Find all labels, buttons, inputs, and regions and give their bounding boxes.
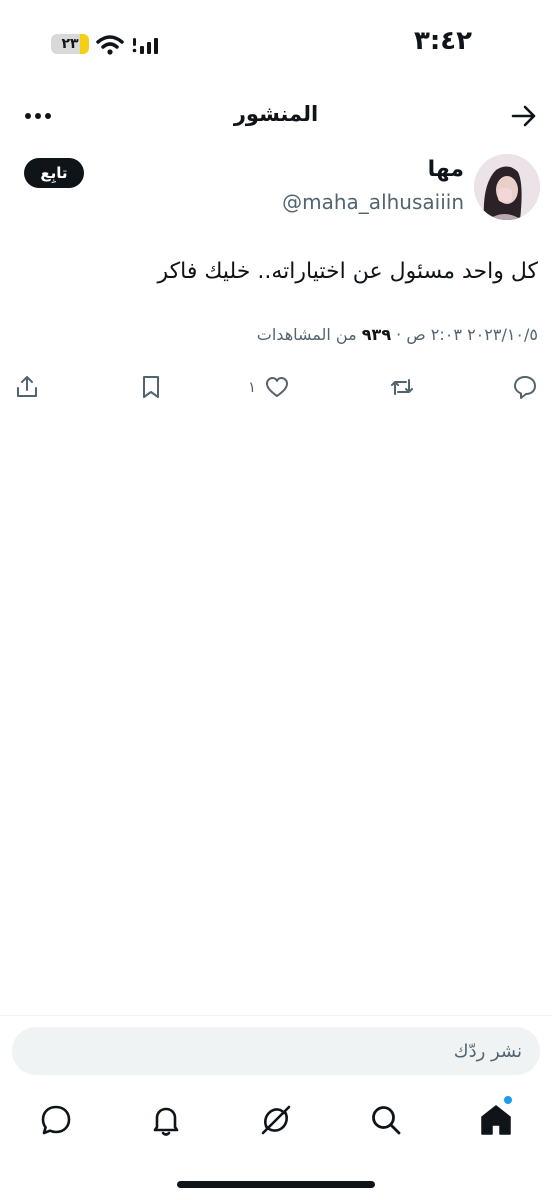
page-title: المنشور [233,102,319,126]
follow-button[interactable]: تابِع [24,158,84,188]
status-time: ٣:٤٢ [413,26,472,56]
post-action-bar: ١ [0,372,552,402]
bookmark-button[interactable] [138,372,164,402]
battery-icon: ٢٣ [51,34,89,54]
bell-icon [153,1107,179,1136]
battery-label: ٢٣ [61,36,79,52]
bookmark-icon [143,376,159,398]
share-button[interactable] [14,372,40,402]
post-detail-screen: ٢٣ ٣:٤٢ المنشور مها @maha_alhusaiiin تاب… [0,0,552,1200]
avatar[interactable] [474,154,540,220]
like-button[interactable]: ١ [248,372,290,402]
views-label: من المشاهدات [256,325,357,344]
reply-icon [514,376,536,399]
repost-button[interactable] [389,372,415,402]
post-time: ٢:٠٣ ص [406,325,462,344]
tab-grok[interactable] [258,1102,294,1138]
home-icon [481,1105,511,1135]
header: المنشور [0,90,552,142]
tab-home[interactable] [478,1096,514,1138]
repost-icon [391,379,413,395]
post-meta: ٢٠٢٣/١٠/٥ ٢:٠٣ ص · ٩٣٩ من المشاهدات [14,325,538,344]
share-icon [17,376,37,397]
heart-icon [266,377,288,397]
wifi-icon [96,35,124,55]
tab-messages[interactable] [38,1102,74,1138]
home-notification-dot [504,1096,512,1104]
post-date: ٢٠٢٣/١٠/٥ [467,325,538,344]
cellular-signal-icon [132,38,158,54]
profile-photo [474,154,540,220]
like-count: ١ [247,378,256,396]
meta-separator: · [396,325,402,344]
grok-icon [261,1105,291,1135]
messages-icon [41,1105,71,1135]
home-indicator [177,1181,375,1188]
status-bar: ٢٣ ٣:٤٢ [0,0,552,80]
composer-divider [0,1015,552,1016]
bottom-tab-bar [0,1090,552,1150]
author-handle[interactable]: @maha_alhusaiiin [282,190,464,214]
tab-search[interactable] [368,1102,404,1138]
views-count[interactable]: ٩٣٩ [362,325,391,344]
tab-notifications[interactable] [148,1102,184,1138]
author-name[interactable]: مها [428,157,464,182]
post-text: كل واحد مسئول عن اختياراته.. خليك فاكر [157,259,538,284]
arrow-right-icon[interactable] [510,102,538,130]
reply-placeholder: نشر ردّك [453,1040,522,1062]
search-icon [372,1106,401,1135]
reply-button[interactable] [512,372,538,402]
reply-input[interactable]: نشر ردّك [12,1027,540,1075]
